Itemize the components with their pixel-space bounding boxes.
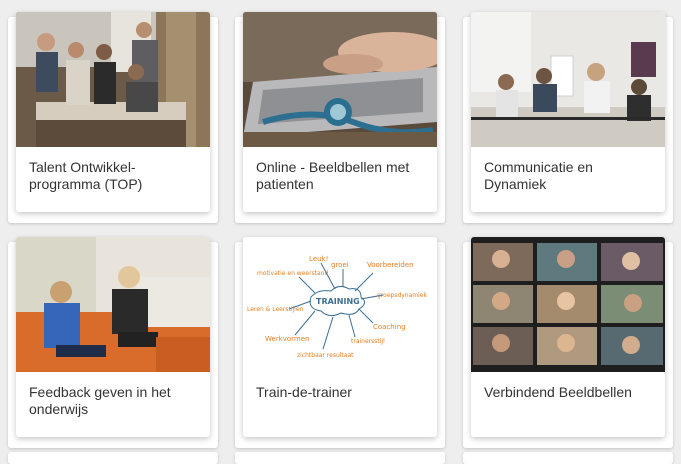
next-row-card-edge: [8, 452, 218, 464]
card-stack-verbindend: Verbindend Beeldbellen: [463, 237, 673, 448]
mindmap-sketch: TRAINING Leuk! groei Voorbereiden groeps…: [243, 237, 437, 372]
mindmap-center: TRAINING: [316, 297, 360, 306]
mindmap-branch: groei: [331, 261, 349, 269]
course-card-feedback-onderwijs[interactable]: Feedback geven in het onderwijs: [16, 237, 210, 437]
course-card-train-de-trainer[interactable]: TRAINING Leuk! groei Voorbereiden groeps…: [243, 237, 437, 437]
mindmap-branch: groepsdynamiek: [377, 292, 427, 299]
mindmap-branch: motivatie en weerstand: [257, 270, 328, 277]
card-title: Verbindend Beeldbellen: [484, 384, 632, 400]
mindmap-branch: Leuk!: [309, 255, 328, 263]
mindmap-branch: zichtbaar resultaat: [297, 352, 354, 359]
next-row-card-edge: [463, 452, 673, 464]
card-stack-feedback: Feedback geven in het onderwijs: [8, 237, 218, 448]
card-stack-talent: Talent Ontwikkel-programma (TOP): [8, 12, 218, 223]
course-card-talent-ontwikkelprogramma[interactable]: Talent Ontwikkel-programma (TOP): [16, 12, 210, 212]
mindmap-branch: Voorbereiden: [367, 261, 414, 269]
video-call-grid-photo: [471, 237, 665, 372]
card-stack-online: Online - Beeldbellen met patienten: [235, 12, 445, 223]
two-women-talking-photo: [16, 237, 210, 372]
card-title: Feedback geven in het onderwijs: [29, 384, 171, 417]
course-card-online-beeldbellen[interactable]: Online - Beeldbellen met patienten: [243, 12, 437, 212]
card-title: Train-de-trainer: [256, 384, 352, 400]
course-card-verbindend-beeldbellen[interactable]: Verbindend Beeldbellen: [471, 237, 665, 437]
mindmap-branch: Coaching: [373, 323, 406, 331]
card-stack-communicatie: Communicatie en Dynamiek: [463, 12, 673, 223]
card-title: Talent Ontwikkel-programma (TOP): [29, 159, 143, 192]
mindmap-branch: Werkvormen: [265, 335, 310, 343]
team-meeting-photo: [16, 12, 210, 147]
card-stack-train-de-trainer: TRAINING Leuk! groei Voorbereiden groeps…: [235, 237, 445, 448]
group-training-photo: [471, 12, 665, 147]
card-title: Communicatie en Dynamiek: [484, 159, 593, 192]
mindmap-branch: Leren & Leerstijlen: [247, 306, 304, 313]
laptop-stethoscope-photo: [243, 12, 437, 147]
next-row-card-edge: [235, 452, 445, 464]
course-card-communicatie-dynamiek[interactable]: Communicatie en Dynamiek: [471, 12, 665, 212]
card-title: Online - Beeldbellen met patienten: [256, 159, 410, 192]
mindmap-branch: trainersstijl: [351, 338, 385, 345]
